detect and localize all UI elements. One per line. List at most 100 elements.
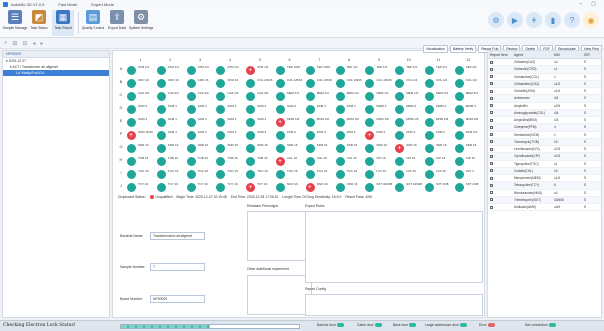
additional-experiment-box[interactable] [247, 275, 312, 315]
tree-search-input[interactable]: NP00009 [3, 51, 109, 58]
table-row[interactable]: Ceftazidime(CAZ) ≤1/4 S [488, 80, 601, 88]
connect-icon[interactable]: ⚙ [488, 12, 504, 28]
prev-icon[interactable]: ◂ [32, 40, 35, 47]
report-item-cell[interactable] [488, 124, 514, 130]
report-checkbox[interactable] [490, 198, 493, 202]
table-row[interactable]: Trimethoprim(SXT) 32/608 S [488, 196, 601, 204]
table-row[interactable]: Gentamicin(GEN) 1 S [488, 132, 601, 139]
report-item-cell[interactable] [488, 175, 514, 181]
table-row[interactable]: Tobramycin(TOB) 16 S [488, 138, 601, 146]
play-icon[interactable]: ▶ [507, 12, 523, 28]
report-checkbox[interactable] [490, 154, 493, 158]
board-number-field[interactable]: NP00009 [150, 295, 205, 303]
table-row[interactable]: Ampicillin ≤2/4 S [488, 103, 601, 110]
report-checkbox[interactable] [490, 169, 493, 173]
ribbon-button-task-status[interactable]: ◩ Task Status [28, 10, 50, 36]
col-mic[interactable]: MIC [554, 51, 584, 58]
report-item-cell[interactable] [488, 74, 514, 80]
report-item-cell[interactable] [488, 117, 514, 123]
table-row[interactable]: Ciprofloxacin(CIP) ≤0.5 S [488, 153, 601, 161]
report-item-cell[interactable] [488, 81, 514, 87]
report-item-cell[interactable] [488, 139, 514, 145]
search-icon[interactable]: ⌕ [4, 40, 7, 47]
well-icon [156, 157, 166, 166]
expert-rules-box[interactable] [305, 211, 483, 283]
report-item-cell[interactable] [488, 132, 514, 138]
report-checkbox[interactable] [490, 60, 493, 64]
report-item-cell[interactable] [488, 146, 514, 152]
help-icon[interactable]: ? [564, 12, 580, 28]
table-row[interactable]: Colistin(CHL) 16 S [488, 167, 601, 175]
report-item-cell[interactable] [488, 66, 514, 72]
report-checkbox[interactable] [490, 176, 493, 180]
report-checkbox[interactable] [490, 147, 493, 151]
table-row[interactable]: Amikacin(AMK) ≤4/4 S [488, 204, 601, 212]
col-sr[interactable]: S/R [584, 51, 601, 58]
table-row[interactable]: Cefazolin(CRO) ≤1 S [488, 66, 601, 74]
window-controls[interactable]: – ▢ [579, 1, 600, 7]
ribbon-button-quality-control[interactable]: ▤ Quality Control [82, 10, 104, 36]
table-row[interactable]: Cefepime(FPM) 4 S [488, 124, 601, 132]
report-checkbox[interactable] [490, 125, 493, 129]
agent-cell: Aminoglycoside(COL) [514, 110, 546, 115]
report-checkbox[interactable] [490, 89, 493, 93]
report-config-box[interactable] [305, 294, 483, 316]
table-row[interactable]: Tetracycline(TCY) 6 S [488, 182, 601, 190]
table-row[interactable]: Aztreonam 4/4 S [488, 95, 601, 103]
ribbon-button-system-settings[interactable]: ⚙ System Settings [129, 10, 153, 36]
bacteria-name-field[interactable]: Transformative ahallgenet [150, 232, 205, 240]
report-checkbox[interactable] [490, 205, 493, 209]
mode-tab-fast[interactable]: Fast Mode [58, 2, 77, 7]
table-row[interactable]: Nitrofurantoin(NNO) ≤4 S [488, 190, 601, 197]
report-item-cell[interactable] [488, 110, 514, 116]
report-checkbox[interactable] [490, 67, 493, 71]
expand-icon[interactable]: ⊞ [12, 40, 17, 47]
report-checkbox[interactable] [490, 96, 493, 100]
table-row[interactable]: Cefalotin(CAZ) ≤4 S [488, 59, 601, 67]
next-icon[interactable]: ▸ [40, 40, 43, 47]
report-checkbox[interactable] [490, 104, 493, 108]
report-checkbox[interactable] [490, 75, 493, 79]
mode-tab-expert[interactable]: Expert Mode [91, 2, 114, 7]
report-item-cell[interactable] [488, 153, 514, 159]
sample-number-field[interactable]: T [150, 263, 205, 271]
report-item-cell[interactable] [488, 204, 514, 210]
action-battery-verify-button[interactable]: Battery Verify [450, 44, 477, 53]
tree-item[interactable]: · Ld Vitality/Pub20.4 [3, 70, 109, 76]
report-item-cell[interactable] [488, 59, 514, 65]
table-row[interactable]: Cefoxitin(ATM) ≤1/4 S [488, 88, 601, 96]
table-row[interactable]: Tigecycline(TGC) ≤1 S [488, 161, 601, 168]
report-checkbox[interactable] [490, 191, 493, 195]
table-row[interactable]: Meropenem(MEM) ≤1/4 S [488, 175, 601, 183]
table-row[interactable]: Levofloxacin(LVX) ≤0.5 S [488, 146, 601, 154]
report-item-cell[interactable] [488, 161, 514, 167]
report-item-cell[interactable] [488, 168, 514, 174]
report-checkbox[interactable] [490, 82, 493, 86]
table-row[interactable]: Aminoglycoside(COL) 4/4 S [488, 109, 601, 117]
report-item-cell[interactable] [488, 103, 514, 109]
ribbon-button-sample-manage[interactable]: ☰ Sample Manage [3, 10, 27, 36]
report-checkbox[interactable] [490, 118, 493, 122]
ribbon-button-task-result[interactable]: ▦ Task Result [52, 10, 74, 36]
thermometer-icon[interactable]: ǂ [526, 12, 542, 28]
report-item-cell[interactable] [488, 95, 514, 101]
report-item-cell[interactable] [488, 88, 514, 94]
report-checkbox[interactable] [490, 183, 493, 187]
resistant-phenotype-box[interactable] [247, 211, 312, 261]
report-checkbox[interactable] [490, 111, 493, 115]
report-item-cell[interactable] [488, 197, 514, 203]
report-checkbox[interactable] [490, 140, 493, 144]
col-agent[interactable]: Agent [514, 51, 554, 58]
user-icon[interactable]: ◉ [583, 12, 599, 28]
col-report-item[interactable]: Report Item [488, 51, 514, 58]
device-icon[interactable]: ▮ [545, 12, 561, 28]
action-visualization-button[interactable]: Visualization [423, 44, 449, 53]
table-row[interactable]: Cefotaxime(COL) 1 S [488, 74, 601, 81]
ribbon-button-export-data[interactable]: ⇪ Export Data [106, 10, 128, 36]
collapse-icon[interactable]: ⊟ [22, 40, 27, 47]
report-item-cell[interactable] [488, 190, 514, 196]
report-checkbox[interactable] [490, 162, 493, 166]
table-row[interactable]: Ampicillin(MEM) 1/4 S [488, 117, 601, 125]
report-item-cell[interactable] [488, 182, 514, 188]
report-checkbox[interactable] [490, 133, 493, 137]
